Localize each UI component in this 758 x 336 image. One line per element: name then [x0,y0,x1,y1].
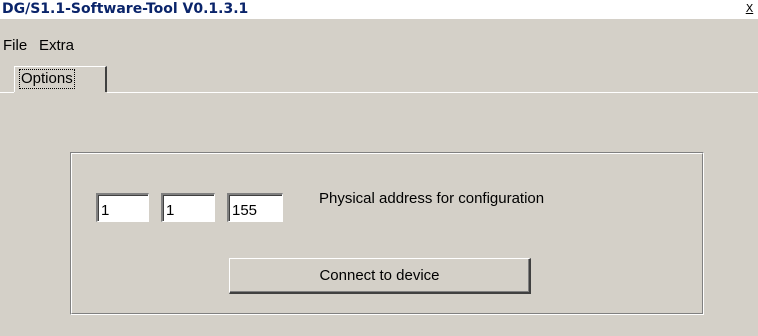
tab-strip-divider [107,92,758,93]
address-line-field[interactable] [161,193,215,222]
address-device-field[interactable] [227,193,283,222]
tab-strip-divider [0,92,14,93]
window-title: DG/S1.1-Software-Tool V0.1.3.1 [2,1,249,17]
address-area-field[interactable] [96,193,149,222]
tab-options[interactable]: Options [14,66,107,92]
menu-item-extra[interactable]: Extra [39,37,74,54]
title-bar: DG/S1.1-Software-Tool V0.1.3.1 X [0,0,758,19]
tab-options-label: Options [19,69,75,89]
close-button[interactable]: X [743,3,756,16]
menu-bar: File Extra [0,37,758,57]
address-label: Physical address for configuration [319,190,545,207]
connect-button[interactable]: Connect to device [229,258,531,294]
menu-item-file[interactable]: File [3,37,27,54]
close-icon: X [745,2,754,15]
